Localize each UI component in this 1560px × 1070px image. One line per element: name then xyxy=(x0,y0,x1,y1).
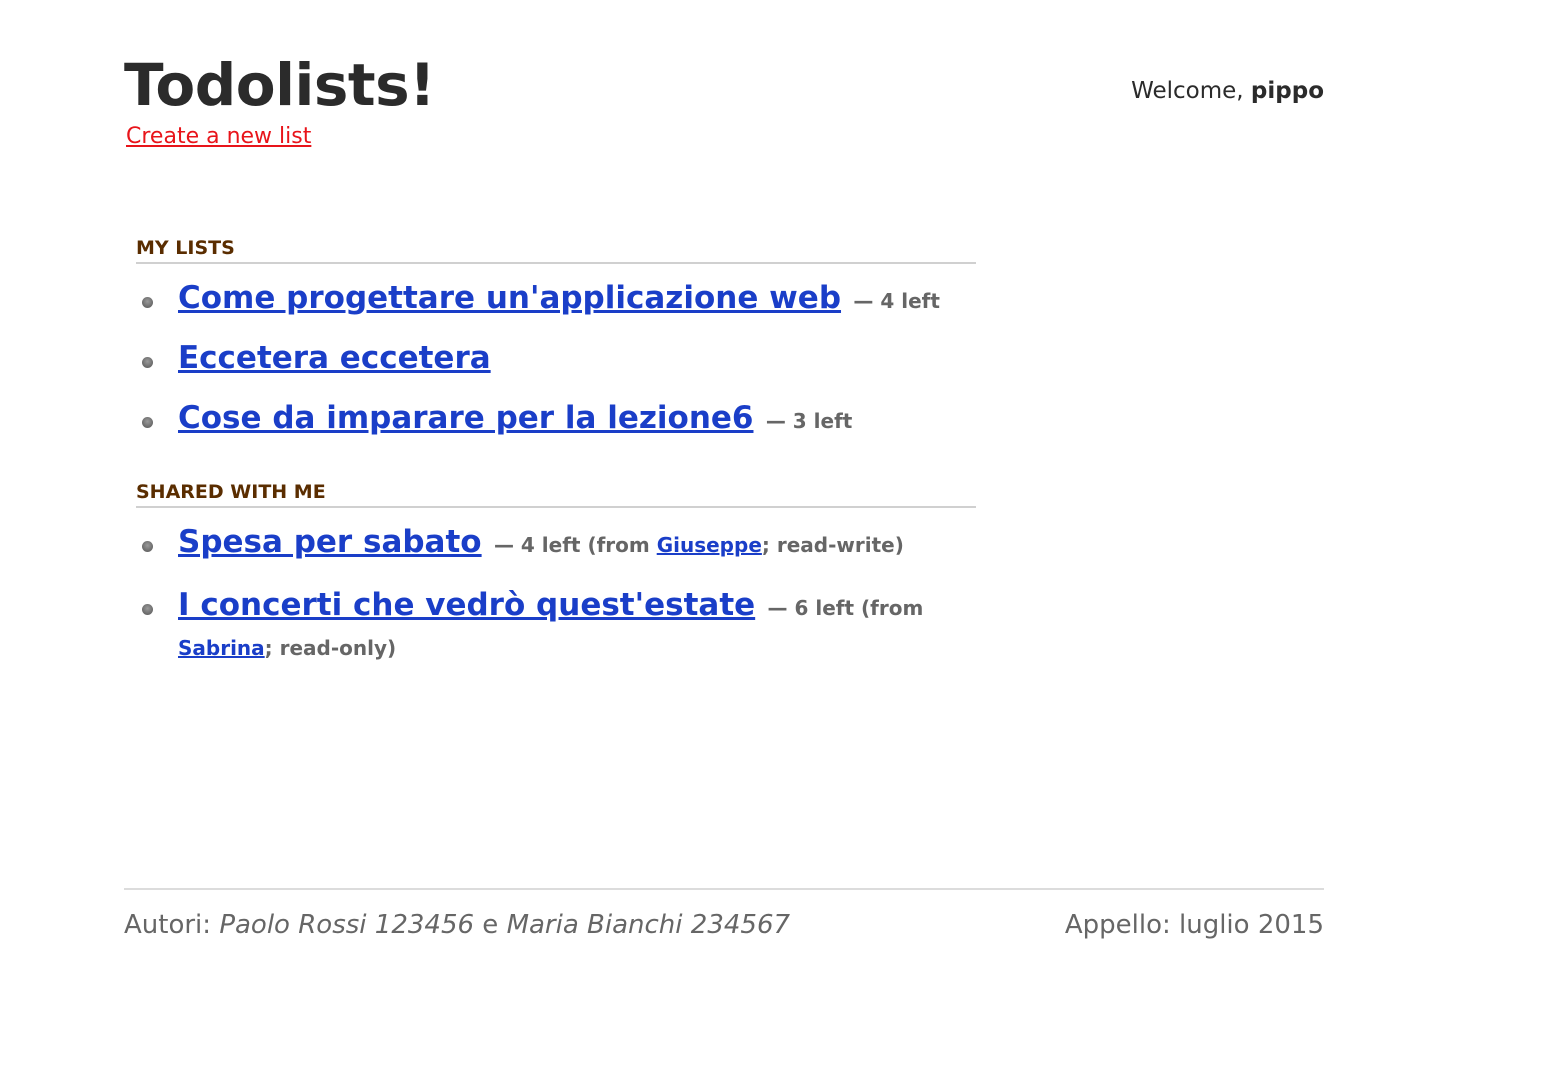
my-lists-section: MY LISTS Come progettare un'applicazione… xyxy=(136,236,976,458)
author-name: Maria Bianchi 234567 xyxy=(506,910,791,940)
list-item: Eccetera eccetera xyxy=(136,338,976,398)
list-item: Cose da imparare per la lezione6 — 3 lef… xyxy=(136,398,976,458)
list-link[interactable]: Come progettare un'applicazione web xyxy=(178,280,841,316)
page: Todolists! Create a new list Welcome, pi… xyxy=(124,0,1324,1070)
owner-link[interactable]: Sabrina xyxy=(178,636,265,660)
list-remaining: — 4 left xyxy=(853,289,940,313)
list-item: Come progettare un'applicazione web — 4 … xyxy=(136,278,976,338)
lists-container: MY LISTS Come progettare un'applicazione… xyxy=(136,236,976,688)
bullet-icon xyxy=(142,297,153,308)
bullet-icon xyxy=(142,357,153,368)
list-item: Spesa per sabato — 4 left (from Giuseppe… xyxy=(136,522,976,565)
app-title: Todolists! xyxy=(124,51,436,119)
shared-lists: Spesa per sabato — 4 left (from Giuseppe… xyxy=(136,522,976,668)
list-item: I concerti che vedrò quest'estate — 6 le… xyxy=(136,585,976,668)
owner-link[interactable]: Giuseppe xyxy=(657,533,762,557)
shared-section: SHARED WITH ME Spesa per sabato — 4 left… xyxy=(136,480,976,668)
footer: Autori: Paolo Rossi 123456 e Maria Bianc… xyxy=(124,888,1324,940)
my-lists-heading: MY LISTS xyxy=(136,236,976,264)
meta-suffix: ; read-only) xyxy=(264,636,397,660)
list-remaining: — 3 left xyxy=(765,409,853,433)
username: pippo xyxy=(1250,78,1324,104)
bullet-icon xyxy=(142,417,153,428)
meta-prefix: — 6 left (from xyxy=(767,596,924,620)
meta-prefix: — 4 left (from xyxy=(493,533,657,557)
exam-session: Appello: luglio 2015 xyxy=(1064,910,1324,940)
header: Todolists! Create a new list Welcome, pi… xyxy=(124,52,1324,162)
bullet-icon xyxy=(142,541,153,552)
bullet-icon xyxy=(142,604,153,615)
shared-heading: SHARED WITH ME xyxy=(136,480,976,508)
list-link[interactable]: Spesa per sabato xyxy=(178,524,482,560)
meta-suffix: ; read-write) xyxy=(761,533,904,557)
authors-conjunction: e xyxy=(474,910,507,940)
list-link[interactable]: Eccetera eccetera xyxy=(178,340,491,376)
list-meta: — 4 left (from Giuseppe; read-write) xyxy=(494,533,904,557)
list-link[interactable]: Cose da imparare per la lezione6 xyxy=(178,400,753,436)
authors: Autori: Paolo Rossi 123456 e Maria Bianc… xyxy=(124,908,790,942)
authors-label: Autori: xyxy=(124,910,220,940)
list-link[interactable]: I concerti che vedrò quest'estate xyxy=(178,587,755,623)
welcome-message: Welcome, pippo xyxy=(1131,76,1324,106)
my-lists: Come progettare un'applicazione web — 4 … xyxy=(136,278,976,458)
welcome-prefix: Welcome, xyxy=(1131,78,1251,104)
create-new-list-link[interactable]: Create a new list xyxy=(126,122,311,152)
author-name: Paolo Rossi 123456 xyxy=(219,910,475,940)
